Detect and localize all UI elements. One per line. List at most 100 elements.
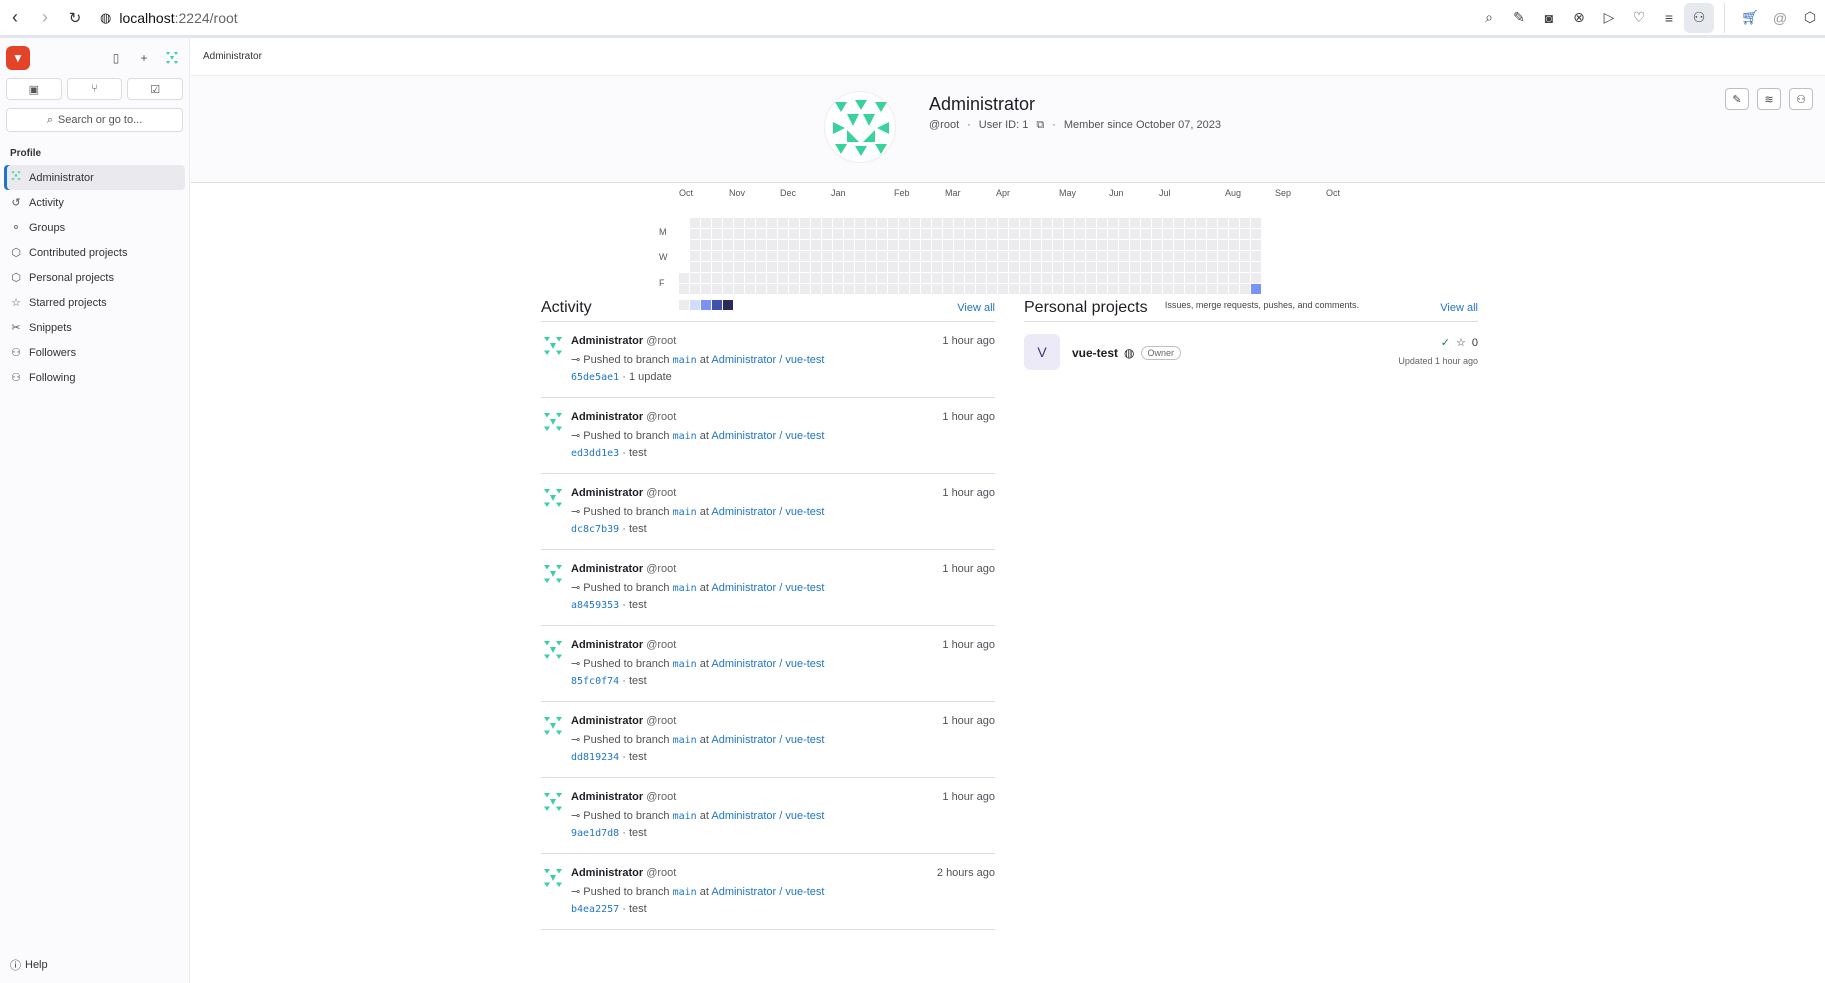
calendar-day-cell[interactable] [1108, 273, 1118, 283]
gitlab-logo-icon[interactable]: ▼ [6, 46, 30, 70]
calendar-day-cell[interactable] [1240, 229, 1250, 239]
calendar-day-cell[interactable] [844, 240, 854, 250]
calendar-day-cell[interactable] [1097, 218, 1107, 228]
calendar-day-cell[interactable] [888, 251, 898, 261]
calendar-day-cell[interactable] [833, 218, 843, 228]
calendar-day-cell[interactable] [1152, 284, 1162, 294]
event-branch-link[interactable]: main [673, 735, 697, 746]
calendar-day-cell[interactable] [1218, 229, 1228, 239]
event-avatar[interactable] [541, 866, 565, 890]
profile-avatar[interactable] [824, 91, 896, 163]
calendar-day-cell[interactable] [712, 251, 722, 261]
calendar-day-cell[interactable] [712, 262, 722, 272]
calendar-day-cell[interactable] [855, 273, 865, 283]
calendar-day-cell[interactable] [1031, 262, 1041, 272]
calendar-day-cell[interactable] [1108, 229, 1118, 239]
event-branch-link[interactable]: main [673, 583, 697, 594]
calendar-day-cell[interactable] [712, 273, 722, 283]
calendar-day-cell[interactable] [998, 240, 1008, 250]
calendar-day-cell[interactable] [1108, 284, 1118, 294]
calendar-day-cell[interactable] [789, 273, 799, 283]
calendar-day-cell[interactable] [943, 218, 953, 228]
calendar-day-cell[interactable] [1207, 251, 1217, 261]
calendar-day-cell[interactable] [1031, 229, 1041, 239]
calendar-day-cell[interactable] [998, 229, 1008, 239]
calendar-day-cell[interactable] [789, 262, 799, 272]
calendar-day-cell[interactable] [701, 218, 711, 228]
calendar-day-cell[interactable] [1119, 251, 1129, 261]
calendar-day-cell[interactable] [899, 251, 909, 261]
event-project-link[interactable]: Administrator / vue-test [711, 734, 824, 746]
calendar-day-cell[interactable] [965, 229, 975, 239]
calendar-day-cell[interactable] [899, 262, 909, 272]
calendar-day-cell[interactable] [910, 273, 920, 283]
calendar-day-cell[interactable] [877, 240, 887, 250]
calendar-day-cell[interactable] [965, 240, 975, 250]
calendar-day-cell[interactable] [954, 284, 964, 294]
calendar-day-cell[interactable] [1075, 284, 1085, 294]
calendar-day-cell[interactable] [833, 284, 843, 294]
calendar-day-cell[interactable] [1108, 240, 1118, 250]
calendar-day-cell[interactable] [921, 273, 931, 283]
issues-count-icon[interactable]: ▣ [6, 78, 62, 100]
star-icon[interactable]: ☆ [1456, 336, 1466, 349]
calendar-day-cell[interactable] [690, 251, 700, 261]
calendar-day-cell[interactable] [690, 284, 700, 294]
calendar-day-cell[interactable] [789, 251, 799, 261]
calendar-day-cell[interactable] [1009, 229, 1019, 239]
calendar-day-cell[interactable] [1119, 218, 1129, 228]
calendar-day-cell[interactable] [1207, 229, 1217, 239]
project-item[interactable]: V vue-test ◍ Owner ✓ ☆ 0 Updated 1 hour … [1024, 322, 1478, 378]
cube-icon[interactable]: ⬡ [1795, 3, 1825, 33]
calendar-day-cell[interactable] [1097, 229, 1107, 239]
calendar-day-cell[interactable] [1229, 240, 1239, 250]
calendar-day-cell[interactable] [844, 218, 854, 228]
activity-view-all-link[interactable]: View all [957, 302, 995, 314]
calendar-day-cell[interactable] [1229, 284, 1239, 294]
calendar-day-cell[interactable] [877, 284, 887, 294]
calendar-day-cell[interactable] [910, 262, 920, 272]
calendar-day-cell[interactable] [1229, 229, 1239, 239]
calendar-day-cell[interactable] [723, 218, 733, 228]
calendar-day-cell[interactable] [1075, 251, 1085, 261]
sidebar-item-following[interactable]: ⚇ Following [4, 365, 185, 390]
calendar-day-cell[interactable] [756, 284, 766, 294]
calendar-day-cell[interactable] [1130, 251, 1140, 261]
calendar-day-cell[interactable] [987, 251, 997, 261]
calendar-day-cell[interactable] [888, 273, 898, 283]
menu-icon[interactable]: ≡ [1654, 3, 1684, 33]
calendar-day-cell[interactable] [844, 284, 854, 294]
calendar-day-cell[interactable] [1141, 273, 1151, 283]
calendar-day-cell[interactable] [1097, 262, 1107, 272]
calendar-day-cell[interactable] [987, 240, 997, 250]
calendar-day-cell[interactable] [1163, 229, 1173, 239]
calendar-day-cell[interactable] [1174, 273, 1184, 283]
calendar-day-cell[interactable] [1174, 218, 1184, 228]
event-branch-link[interactable]: main [673, 659, 697, 670]
calendar-day-cell[interactable] [1185, 251, 1195, 261]
calendar-day-cell[interactable] [943, 262, 953, 272]
calendar-day-cell[interactable] [998, 251, 1008, 261]
calendar-day-cell[interactable] [855, 240, 865, 250]
event-avatar[interactable] [541, 334, 565, 358]
calendar-day-cell[interactable] [921, 251, 931, 261]
event-branch-link[interactable]: main [673, 355, 697, 366]
event-author-name[interactable]: Administrator [571, 563, 643, 575]
sidebar-item-groups[interactable]: ⚬ Groups [4, 215, 185, 240]
calendar-day-cell[interactable] [855, 251, 865, 261]
calendar-day-cell[interactable] [976, 284, 986, 294]
calendar-day-cell[interactable] [800, 229, 810, 239]
event-avatar[interactable] [541, 562, 565, 586]
calendar-day-cell[interactable] [866, 262, 876, 272]
calendar-day-cell[interactable] [1119, 240, 1129, 250]
event-branch-link[interactable]: main [673, 431, 697, 442]
calendar-day-cell[interactable] [1218, 240, 1228, 250]
commit-sha-link[interactable]: 85fc0f74 [571, 676, 619, 687]
calendar-day-cell[interactable] [690, 273, 700, 283]
calendar-day-cell[interactable] [965, 262, 975, 272]
search-input[interactable]: ⌕ Search or go to... [6, 108, 183, 132]
heart-icon[interactable]: ♡ [1624, 3, 1654, 33]
calendar-day-cell[interactable] [1130, 284, 1140, 294]
calendar-day-cell[interactable] [932, 240, 942, 250]
calendar-day-cell[interactable] [745, 240, 755, 250]
